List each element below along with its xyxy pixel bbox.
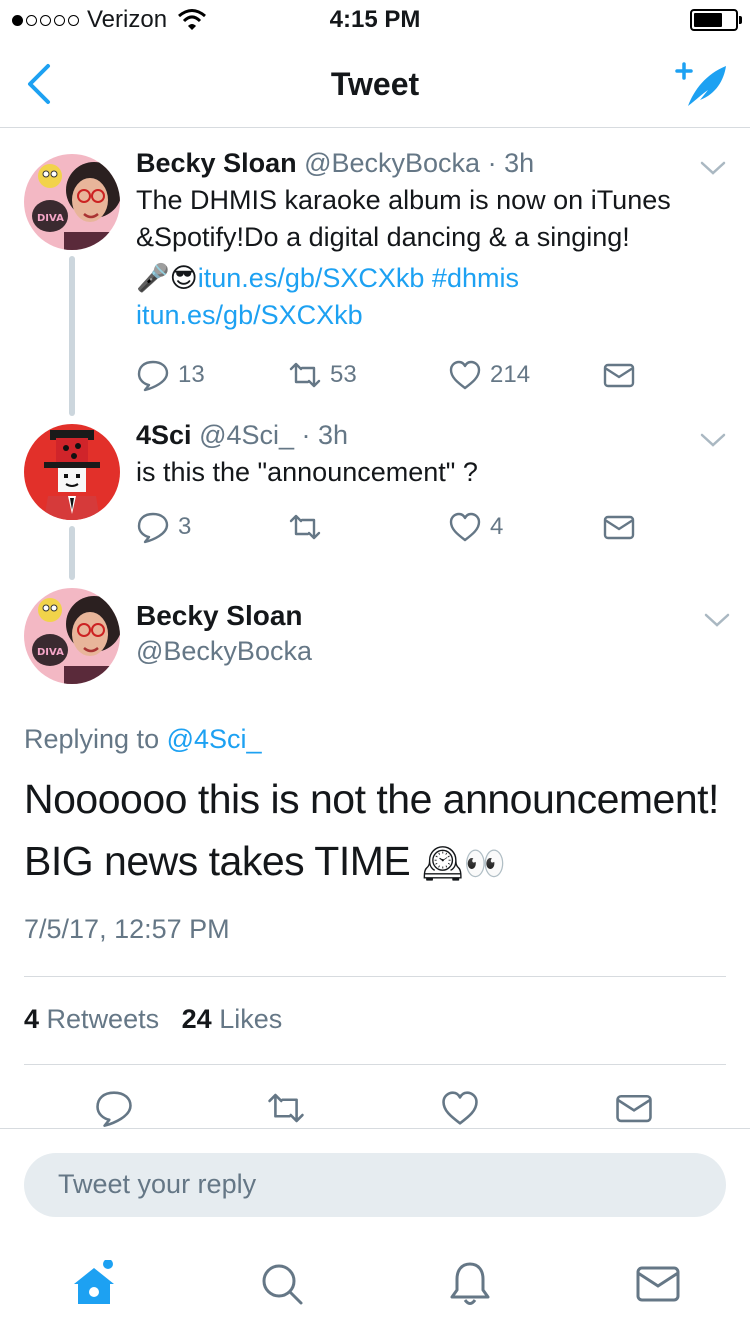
reply-count: 13 <box>178 361 205 388</box>
compose-tweet-icon[interactable] <box>674 60 728 110</box>
replying-to-handle[interactable]: @4Sci_ <box>167 724 262 754</box>
main-author-handle[interactable]: @BeckyBocka <box>136 636 312 667</box>
retweet-button[interactable] <box>288 510 322 544</box>
tweet-link[interactable]: itun.es/gb/SXCXkb <box>198 263 425 293</box>
retweet-icon[interactable] <box>266 1088 306 1128</box>
hashtag-link[interactable]: #dhmis <box>432 263 519 293</box>
tweet-text: The DHMIS karaoke album is now on iTunes… <box>136 182 726 256</box>
home-icon[interactable] <box>70 1260 118 1308</box>
svg-text:DIVA: DIVA <box>37 213 64 224</box>
like-label: Likes <box>219 1004 283 1034</box>
thread-tweet-1[interactable]: Becky Sloan @BeckyBocka · 3h The DHMIS k… <box>136 146 726 392</box>
like-button[interactable]: 214 <box>448 358 530 392</box>
main-tweet-text: Noooooo this is not the announcement! BI… <box>24 768 734 895</box>
engagement-stats: 4 Retweets 24 Likes <box>24 1004 282 1035</box>
battery-icon <box>690 9 742 31</box>
like-total: 24 <box>181 1004 212 1034</box>
reply-button[interactable]: 13 <box>136 358 205 392</box>
avatar-4sci[interactable] <box>24 424 120 520</box>
tweet-header: Becky Sloan @BeckyBocka · 3h <box>136 146 726 180</box>
main-text-line-2-words: BIG news takes TIME <box>24 838 411 884</box>
direct-message-button[interactable] <box>602 510 636 544</box>
main-text-line-2: BIG news takes TIME 🕰👀 <box>24 830 734 895</box>
search-icon[interactable] <box>258 1260 306 1308</box>
direct-message-icon[interactable] <box>614 1088 654 1128</box>
tab-bar <box>0 1238 750 1334</box>
like-icon <box>449 512 481 542</box>
chevron-down-icon[interactable] <box>704 610 730 630</box>
messages-icon[interactable] <box>634 1260 682 1308</box>
tweet-header: 4Sci @4Sci_ · 3h <box>136 418 726 452</box>
like-icon <box>449 360 481 390</box>
notifications-icon[interactable] <box>446 1260 494 1308</box>
tweet-link-2[interactable]: itun.es/gb/SXCXkb <box>136 300 363 330</box>
svg-text:DIVA: DIVA <box>37 647 64 658</box>
retweet-total: 4 <box>24 1004 40 1034</box>
likes-stat[interactable]: 24 Likes <box>182 1004 283 1034</box>
chevron-down-icon[interactable] <box>700 430 726 450</box>
replying-to: Replying to @4Sci_ <box>24 724 262 755</box>
nav-bar: Tweet <box>0 40 750 128</box>
retweet-count: 53 <box>330 361 357 388</box>
reply-icon <box>137 512 169 544</box>
divider <box>24 1064 726 1065</box>
tweet-links: 🎤😎itun.es/gb/SXCXkb #dhmis itun.es/gb/SX… <box>136 260 726 334</box>
tweet-text: is this the "announcement" ? <box>136 457 478 487</box>
tweet-actions: 3 4 <box>136 510 656 546</box>
reply-input[interactable]: Tweet your reply <box>24 1153 726 1217</box>
thread-tweet-2[interactable]: 4Sci @4Sci_ · 3h is this the "announceme… <box>136 418 726 544</box>
direct-message-button[interactable] <box>602 358 636 392</box>
main-tweet-actions <box>0 1088 750 1128</box>
status-bar: Verizon 4:15 PM <box>0 0 750 40</box>
retweet-icon <box>289 514 321 540</box>
like-count: 4 <box>490 513 504 540</box>
reply-icon <box>137 360 169 392</box>
direct-message-icon <box>603 363 635 388</box>
retweet-icon <box>289 362 321 388</box>
direct-message-icon <box>603 515 635 540</box>
retweets-stat[interactable]: 4 Retweets <box>24 1004 159 1034</box>
retweet-button[interactable]: 53 <box>288 358 357 392</box>
tweet-timestamp: 7/5/17, 12:57 PM <box>24 914 230 944</box>
avatar-becky-sloan[interactable]: DIVA <box>24 154 120 250</box>
thread-line <box>69 256 75 416</box>
status-time: 4:15 PM <box>329 6 421 33</box>
retweet-label: Retweets <box>46 1004 160 1034</box>
reply-area: Tweet your reply <box>0 1128 750 1238</box>
thread-line <box>69 526 75 580</box>
author-handle[interactable]: @BeckyBocka <box>304 148 480 178</box>
tweet-emoji: 🎤😎 <box>136 263 198 293</box>
reply-icon[interactable] <box>94 1088 134 1128</box>
author-name[interactable]: Becky Sloan <box>136 148 297 178</box>
tweet-actions: 13 53 214 <box>136 358 656 394</box>
tweet-body: The DHMIS karaoke album is now on iTunes… <box>136 185 671 252</box>
reply-count: 3 <box>178 513 192 540</box>
author-handle[interactable]: @4Sci_ <box>199 420 294 450</box>
reply-button[interactable]: 3 <box>136 510 191 544</box>
tweet-age: · 3h <box>487 148 535 178</box>
divider <box>24 976 726 977</box>
replying-prefix: Replying to <box>24 724 160 754</box>
main-text-emoji: 🕰👀 <box>421 845 506 883</box>
author-name[interactable]: 4Sci <box>136 420 192 450</box>
main-author-name[interactable]: Becky Sloan <box>136 600 303 632</box>
chevron-down-icon[interactable] <box>700 158 726 178</box>
tweet-age: · 3h <box>301 420 349 450</box>
like-count: 214 <box>490 361 531 388</box>
main-text-line-1: Noooooo this is not the announcement! <box>24 776 719 822</box>
page-title: Tweet <box>330 66 420 102</box>
like-button[interactable]: 4 <box>448 510 503 544</box>
avatar-becky-sloan-main[interactable]: DIVA <box>24 588 120 684</box>
like-icon[interactable] <box>440 1088 480 1128</box>
